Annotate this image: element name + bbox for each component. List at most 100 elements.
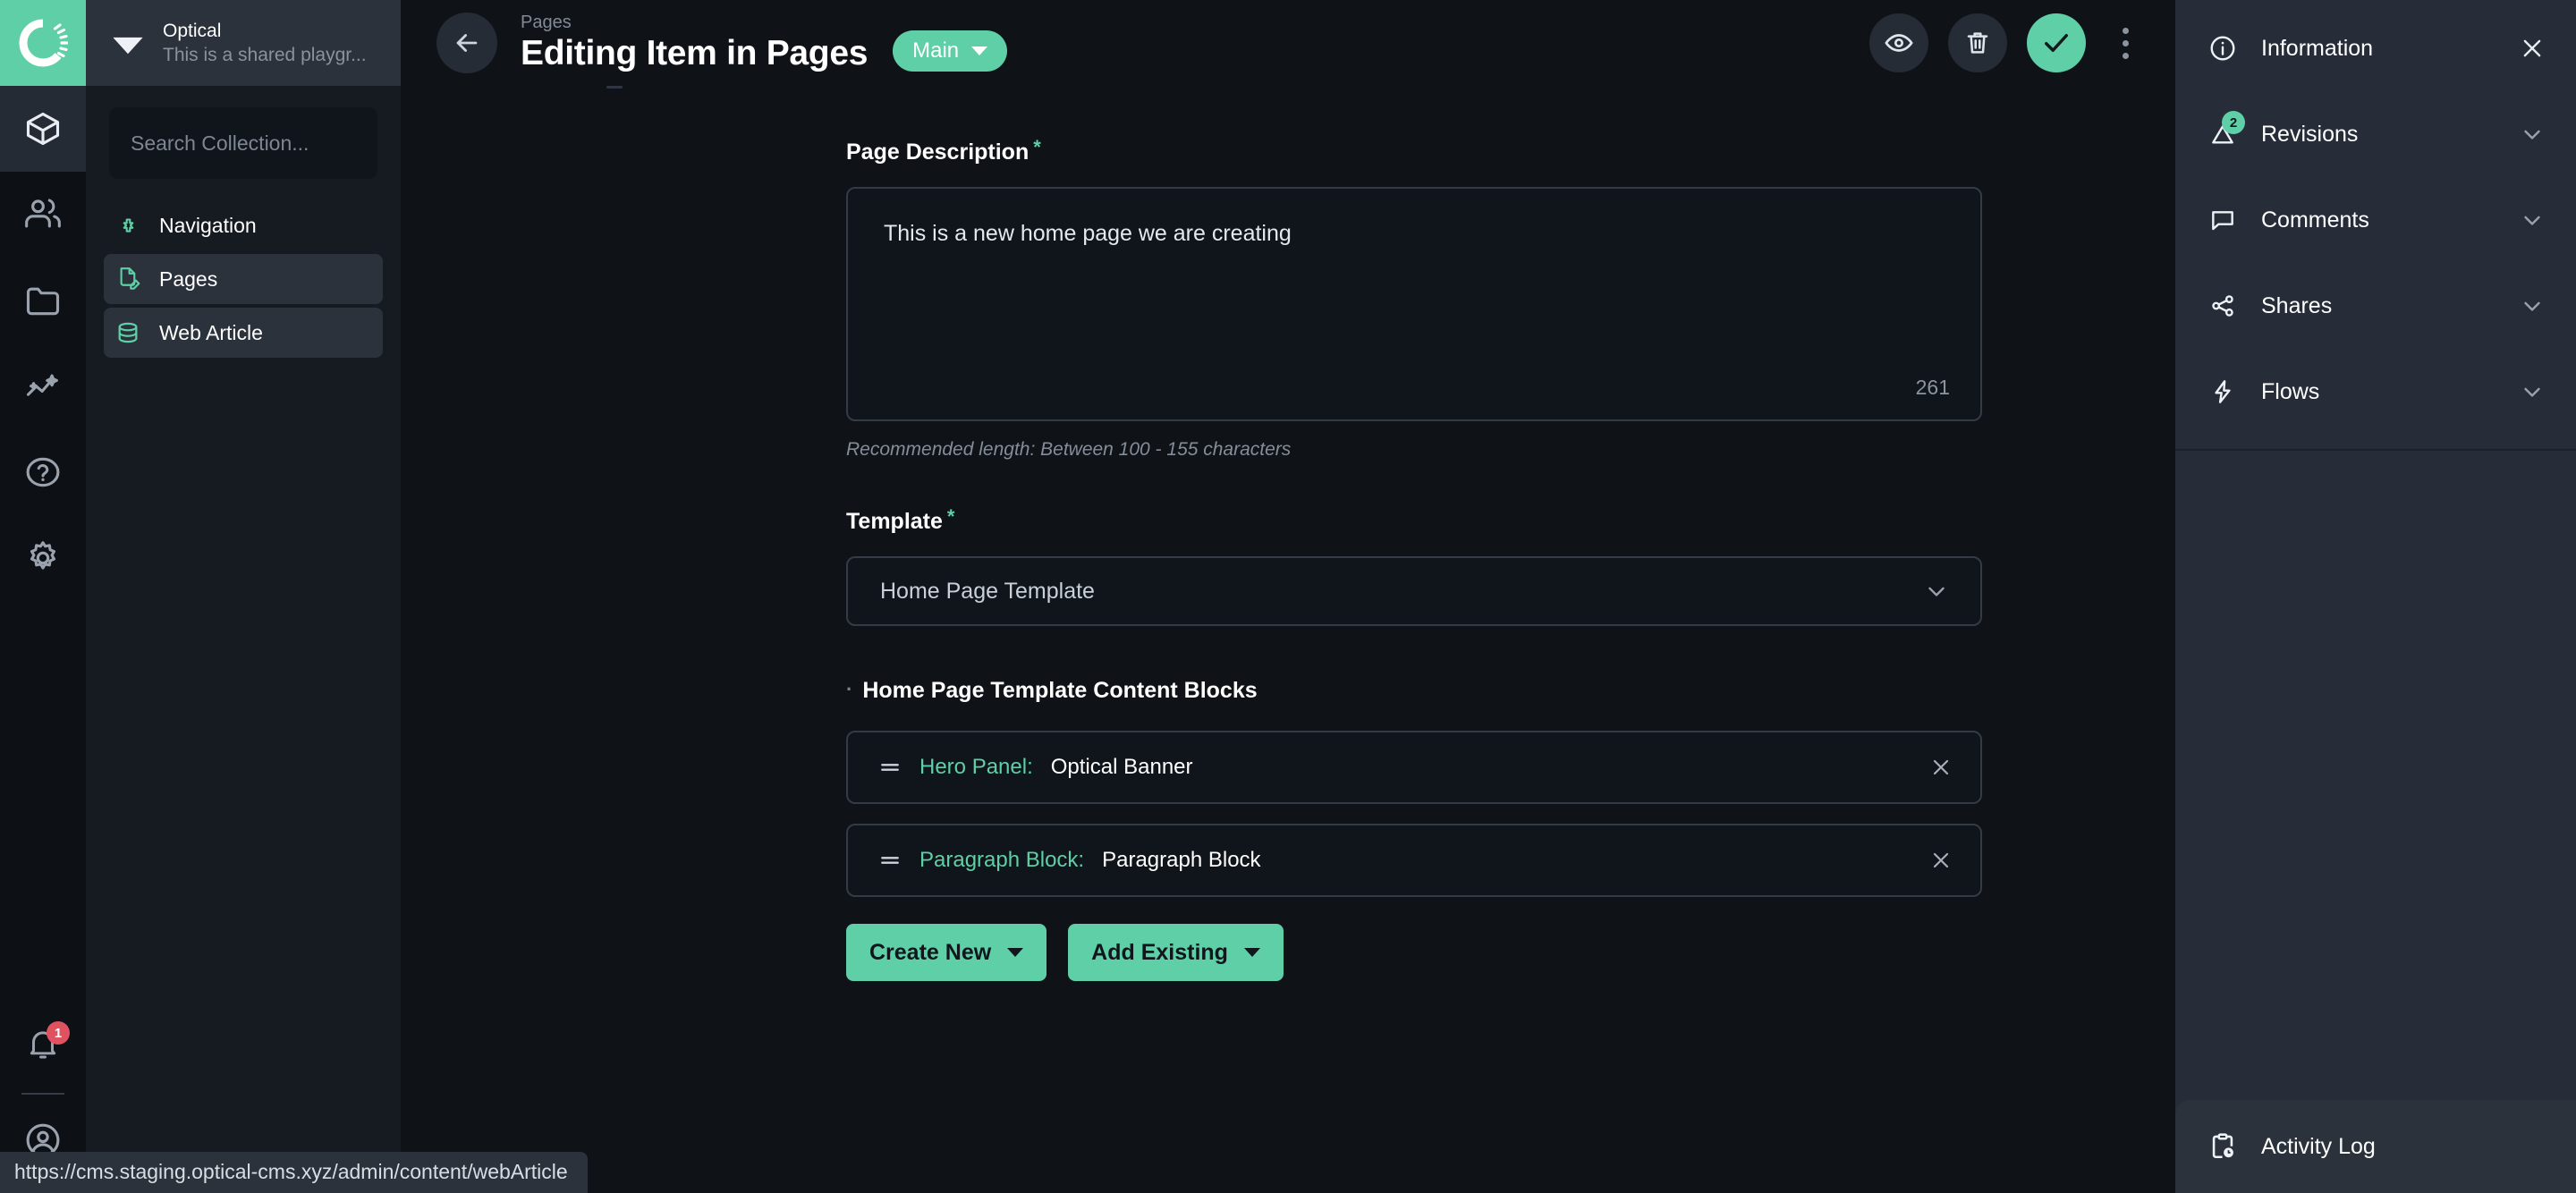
chevron-down-icon: [1923, 578, 1950, 605]
workspace-name: Optical: [163, 20, 222, 41]
status-bar-url: https://cms.staging.optical-cms.xyz/admi…: [0, 1152, 588, 1193]
panel-section-flows[interactable]: Flows: [2175, 349, 2576, 435]
collection-sidebar: Optical This is a shared playgr... Searc…: [86, 0, 401, 1193]
content-blocks-label: · Home Page Template Content Blocks: [846, 678, 1258, 704]
rail-item-files[interactable]: [0, 258, 86, 343]
page-edit-icon: [114, 266, 141, 292]
rail-item-content[interactable]: [0, 86, 86, 172]
flow-bolt-icon: [2207, 377, 2238, 406]
drag-handle-icon[interactable]: [878, 756, 902, 779]
more-options-button[interactable]: [2106, 13, 2145, 72]
sidebar-item-web-article[interactable]: Web Article: [104, 308, 383, 358]
chevron-down-icon: [971, 47, 988, 55]
sidebar-item-navigation[interactable]: Navigation: [104, 200, 383, 250]
page-description-label: Page Description *: [846, 136, 1041, 165]
main-content: Pages Editing Item in Pages Main Page De…: [401, 0, 2175, 1193]
chevron-down-icon[interactable]: [2519, 207, 2546, 233]
remove-block-icon[interactable]: [1928, 848, 1953, 873]
bullet-marker: ·: [846, 678, 853, 700]
activity-log-button[interactable]: Activity Log: [2175, 1100, 2576, 1193]
label-text: Page Description: [846, 140, 1030, 165]
breadcrumb: Pages: [521, 13, 572, 32]
content-block-name: Paragraph Block: [1102, 848, 1261, 872]
rail-item-insights[interactable]: [0, 343, 86, 429]
field-content-blocks: · Home Page Template Content Blocks Hero…: [401, 678, 2175, 981]
panel-section-label: Flows: [2261, 378, 2320, 404]
toolbar-actions: [1869, 13, 2145, 72]
page-title: Editing Item in Pages: [521, 34, 869, 72]
content-blocks-list: Hero Panel: Optical Banner Paragraph Blo…: [846, 731, 2175, 897]
optical-logo[interactable]: [0, 0, 86, 86]
panel-section-comments[interactable]: Comments: [2175, 177, 2576, 263]
chevron-down-icon[interactable]: [2519, 378, 2546, 405]
add-existing-button[interactable]: Add Existing: [1068, 924, 1284, 981]
kebab-dot: [2122, 39, 2129, 47]
delete-button[interactable]: [1948, 13, 2007, 72]
information-panel: Information 2 Revisions Comments Shares …: [2175, 0, 2576, 1193]
page-title-block: Pages Editing Item in Pages: [521, 12, 868, 74]
sidebar-item-label: Pages: [159, 267, 218, 291]
app-root: 1 Optical This is a shared playgr... Sea…: [0, 0, 2576, 1193]
notifications-button[interactable]: 1: [0, 1002, 86, 1087]
chevron-down-icon: [1243, 948, 1260, 957]
required-asterisk: *: [1033, 136, 1041, 158]
panel-section-shares[interactable]: Shares: [2175, 263, 2576, 349]
workspace-subtitle: This is a shared playgr...: [163, 44, 367, 65]
sidebar-item-pages[interactable]: Pages: [104, 254, 383, 304]
remove-block-icon[interactable]: [1928, 755, 1953, 780]
content-block-type: Hero Panel:: [919, 755, 1033, 779]
sidebar-item-label: Web Article: [159, 320, 263, 344]
branch-selector[interactable]: Main: [893, 30, 1008, 72]
template-label: Template *: [846, 505, 955, 535]
block-actions: Create New Add Existing: [846, 924, 2175, 981]
workspace-header[interactable]: Optical This is a shared playgr...: [86, 0, 401, 86]
activity-log-label: Activity Log: [2261, 1133, 2376, 1159]
notification-badge: 1: [47, 1021, 70, 1045]
panel-section-list: Information 2 Revisions Comments Shares …: [2175, 0, 2576, 451]
panel-section-label: Comments: [2261, 207, 2369, 233]
close-icon[interactable]: [2519, 35, 2546, 62]
info-icon: [2207, 34, 2238, 63]
add-existing-label: Add Existing: [1091, 939, 1228, 965]
panel-section-label: Shares: [2261, 292, 2333, 318]
required-asterisk: *: [946, 505, 955, 528]
form-scroll-area[interactable]: Page Description * This is a new home pa…: [401, 86, 2175, 1193]
panel-section-information[interactable]: Information: [2175, 5, 2576, 91]
rail-item-help[interactable]: [0, 429, 86, 515]
drag-handle-icon[interactable]: [878, 849, 902, 872]
workspace-text: Optical This is a shared playgr...: [163, 19, 367, 68]
rail-item-users[interactable]: [0, 172, 86, 258]
search-input[interactable]: Search Collection...: [109, 107, 377, 179]
chevron-down-icon: [1007, 948, 1024, 957]
preview-button[interactable]: [1869, 13, 1928, 72]
rail-item-settings[interactable]: [0, 515, 86, 601]
chevron-down-icon[interactable]: [2519, 121, 2546, 148]
content-block-row[interactable]: Hero Panel: Optical Banner: [846, 731, 1982, 804]
character-counter: 261: [1915, 376, 1950, 399]
workspace-diamond-icon: [109, 24, 147, 62]
create-new-label: Create New: [869, 939, 992, 965]
sidebar-item-label: Navigation: [159, 213, 257, 237]
create-new-button[interactable]: Create New: [846, 924, 1047, 981]
rail-divider: [21, 1093, 64, 1095]
chevron-down-icon[interactable]: [2519, 292, 2546, 319]
field-page-description: Page Description * This is a new home pa…: [401, 136, 2175, 461]
navigation-icon: [114, 214, 141, 238]
scrolled-field-remnant: [606, 86, 2175, 98]
branch-label: Main: [912, 38, 960, 63]
template-selected-value: Home Page Template: [880, 578, 1095, 604]
panel-section-revisions[interactable]: 2 Revisions: [2175, 91, 2576, 177]
database-icon: [114, 320, 141, 345]
icon-rail: 1: [0, 0, 86, 1193]
panel-section-label: Revisions: [2261, 121, 2359, 147]
content-block-row[interactable]: Paragraph Block: Paragraph Block: [846, 824, 1982, 897]
search-wrapper: Search Collection...: [86, 86, 401, 179]
back-button[interactable]: [436, 13, 497, 73]
page-description-helper: Recommended length: Between 100 - 155 ch…: [846, 439, 1292, 460]
field-template: Template * Home Page Template: [401, 505, 2175, 626]
page-description-input[interactable]: This is a new home page we are creating …: [846, 187, 1982, 421]
save-button[interactable]: [2027, 13, 2086, 72]
template-select[interactable]: Home Page Template: [846, 556, 1982, 626]
clipboard-clock-icon: [2207, 1131, 2238, 1162]
revisions-badge: 2: [2222, 111, 2245, 134]
